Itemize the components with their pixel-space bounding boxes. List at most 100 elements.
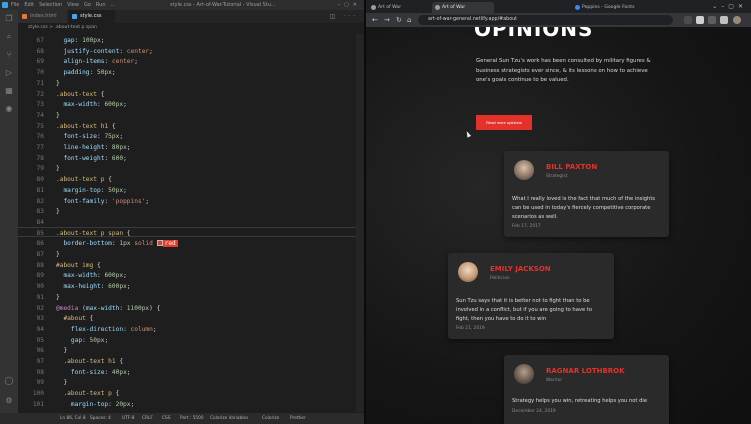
puzzle-icon[interactable] (708, 16, 716, 24)
line-number: 90 (36, 283, 44, 291)
extension-icon[interactable] (684, 16, 692, 24)
editor-tab-bar: index.html style.css ◫ ··· (18, 10, 364, 23)
code-token: ; (130, 400, 135, 408)
line-number: 83 (36, 208, 44, 216)
forward-arrow-icon[interactable]: → (384, 13, 390, 27)
settings-gear-icon[interactable]: ⚙ (4, 396, 14, 406)
read-more-button[interactable]: Read more opinions (476, 115, 532, 130)
favicon-icon (371, 5, 376, 10)
menu-item[interactable]: Selection (39, 2, 62, 8)
line-number: 72 (36, 90, 44, 98)
source-control-icon[interactable]: ⑂ (4, 50, 14, 60)
line-number: 88 (36, 261, 44, 269)
line-number: 76 (36, 133, 44, 141)
status-item[interactable]: Port : 5500 (180, 413, 204, 424)
code-line: .about-text { (56, 90, 104, 101)
line-number: 102 (18, 411, 44, 413)
status-item[interactable]: Prettier (290, 413, 306, 424)
activity-bar: ❐ ⌕ ⑂ ▷ ▦ ◉ ◯ ⚙ (0, 10, 18, 414)
testimonial-name: BILL PAXTON (546, 163, 598, 171)
browser-tab-3[interactable]: Poppins - Google Fonts (572, 2, 668, 13)
status-item[interactable]: Colorize Variables (210, 413, 248, 424)
testimonial-name: RAGNAR LOTHBROK (546, 367, 625, 375)
code-line: font-size: 40px; (56, 368, 131, 379)
menu-item[interactable]: Run (96, 2, 106, 8)
minimap[interactable] (356, 34, 364, 412)
line-number: 87 (36, 251, 44, 258)
status-item[interactable]: CRLF (142, 413, 153, 424)
menu-item[interactable]: ... (111, 2, 116, 8)
google-fonts-icon (575, 5, 580, 10)
testimonial-card: BILL PAXTON Strategist What I really lov… (504, 151, 669, 237)
code-line: font-weight: 600; (56, 154, 126, 165)
browser-tab-bar: Art of War Art of War Poppins - Google F… (366, 0, 751, 13)
line-number: 73 (36, 101, 44, 109)
back-arrow-icon[interactable]: ← (372, 13, 378, 27)
code-token: { (108, 122, 116, 130)
testimonial-date: Feb 21, 2019 (456, 326, 485, 331)
code-line: margin-top: 50px; (56, 186, 126, 197)
code-token: : (119, 304, 127, 312)
page-heading: OPINIONS (474, 27, 594, 41)
home-icon[interactable]: ⌂ (407, 13, 411, 27)
menu-item[interactable]: View (67, 2, 79, 8)
line-number: 101 (32, 400, 44, 408)
code-line: max-width: 600px; (56, 100, 126, 111)
extensions-icon[interactable]: ▦ (4, 86, 14, 96)
code-token: : (104, 144, 112, 151)
browser-window-controls[interactable]: ⌄–▢✕ (712, 0, 747, 13)
explorer-icon[interactable]: ❐ (4, 14, 14, 24)
editor-actions[interactable]: ◫ ··· (330, 10, 358, 23)
browser-tab-2[interactable]: Art of War (432, 2, 494, 13)
profile-avatar[interactable] (733, 16, 741, 24)
menu-item[interactable]: Go (84, 2, 91, 8)
code-token: 100px (82, 37, 101, 44)
line-number: 86 (36, 240, 44, 248)
testimonial-quote: Strategy helps you win, retreating helps… (512, 398, 648, 404)
address-bar[interactable]: art-of-war-general.netlify.app/#about (418, 15, 673, 25)
tab-style-css[interactable]: style.css (68, 10, 116, 23)
menu-item[interactable]: File (11, 2, 19, 8)
code-line: } (56, 207, 60, 218)
search-icon[interactable]: ⌕ (4, 32, 14, 42)
code-editor[interactable]: 67 gap: 100px; 68 justify-content: center… (18, 34, 364, 412)
code-line: gap: 100px; (56, 36, 104, 47)
code-token: solid (130, 240, 157, 248)
code-line: } (56, 79, 60, 90)
webpage: OPINIONS General Sun Tzu's work has been… (366, 27, 751, 424)
line-number: 80 (36, 176, 44, 184)
code-line: border-bottom: 1px solid red (56, 239, 178, 250)
window-controls[interactable]: –▢✕ (338, 0, 361, 10)
status-item[interactable]: CSS (162, 413, 170, 424)
code-token: : (104, 197, 112, 205)
code-token: .about-text (56, 90, 97, 98)
extension-icon[interactable] (696, 16, 704, 24)
mouse-cursor-icon (464, 130, 472, 138)
status-item[interactable]: Ln 86, Col 8 (60, 413, 86, 424)
code-token: 80px (111, 144, 127, 151)
menu-item[interactable]: Edit (24, 2, 34, 8)
breadcrumb[interactable]: style.css > .about-text p span (18, 23, 364, 32)
status-item[interactable]: Spaces: 4 (90, 413, 111, 424)
code-token: font-weight (56, 154, 105, 162)
color-swatch-icon[interactable] (156, 240, 163, 247)
sidebar-icon[interactable] (720, 16, 728, 24)
code-token: 600px (104, 101, 124, 109)
code-token: font-size (56, 133, 97, 141)
testimonial-date: December 24, 2019 (512, 409, 556, 414)
account-icon[interactable]: ◯ (4, 376, 14, 386)
browser-tab-1[interactable]: Art of War (368, 2, 430, 13)
code-line: .about-text p { (56, 175, 112, 186)
status-item[interactable]: Colorize (262, 413, 279, 424)
status-item[interactable]: UTF-8 (122, 413, 135, 424)
line-number: 98 (36, 368, 44, 376)
line-number: 78 (36, 154, 44, 162)
reload-icon[interactable]: ↻ (396, 13, 402, 27)
code-token: #about (56, 315, 86, 323)
remote-icon[interactable]: ◉ (4, 104, 14, 114)
code-token: .about-text h1 (56, 358, 116, 365)
tab-index-html[interactable]: index.html (18, 10, 68, 23)
line-number: 84 (36, 218, 44, 226)
browser-tab-label: Poppins - Google Fonts (582, 5, 635, 10)
run-debug-icon[interactable]: ▷ (4, 68, 14, 78)
